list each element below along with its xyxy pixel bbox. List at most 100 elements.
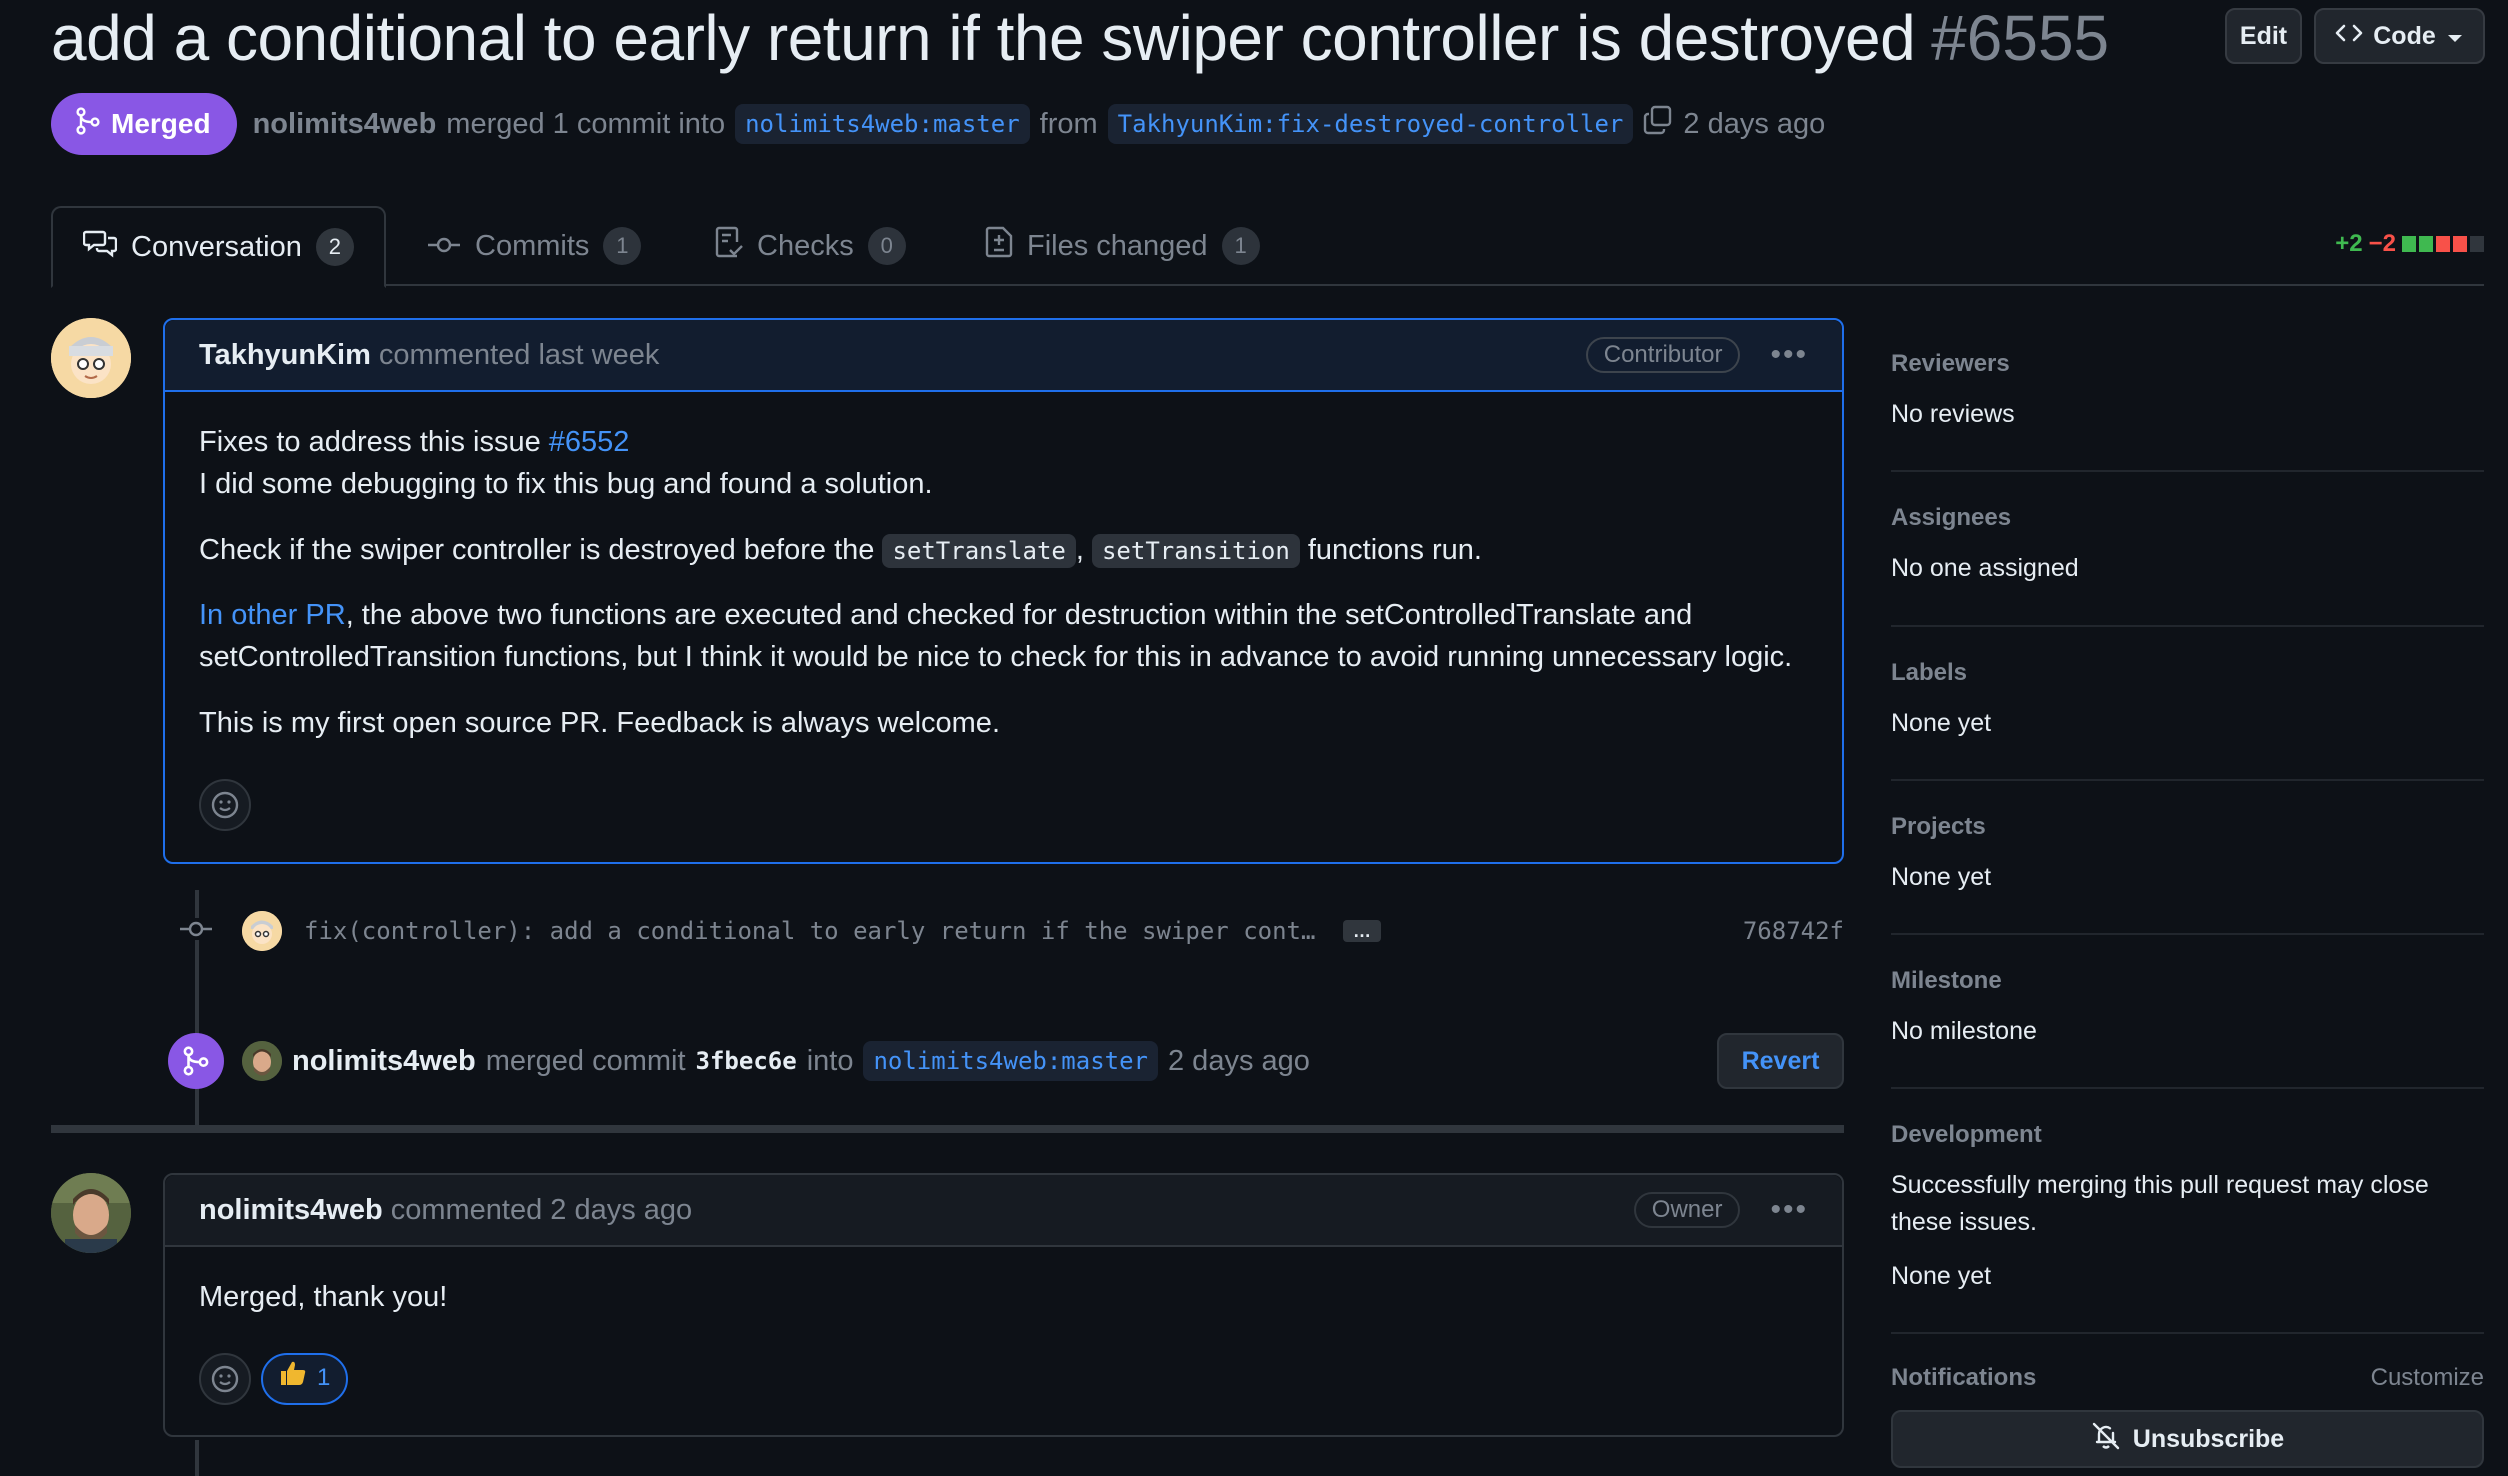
thumbs-up-icon: [279, 1360, 307, 1397]
other-pr-link[interactable]: In other PR: [199, 599, 346, 631]
tab-commits[interactable]: Commits 1: [427, 206, 642, 286]
comment-author[interactable]: nolimits4web: [199, 1194, 383, 1227]
customize-link[interactable]: Customize: [2371, 1364, 2484, 1392]
file-diff-icon: [985, 226, 1013, 266]
sidebar-heading[interactable]: Development: [1891, 1121, 2042, 1149]
sidebar-value: No one assigned: [1891, 554, 2079, 583]
code-icon: [2335, 22, 2363, 51]
issue-link[interactable]: #6552: [549, 426, 630, 458]
tab-label: Files changed: [1027, 229, 1208, 262]
inline-code: setTransition: [1091, 533, 1300, 568]
merge-event-time[interactable]: 2 days ago: [1168, 1045, 1310, 1078]
comment-body: Merged, thank you! 1: [165, 1247, 1842, 1435]
body-text: ,: [1075, 533, 1092, 566]
sidebar-labels: Labels None yet: [1891, 627, 2484, 781]
sidebar-notifications: Notifications Customize Unsubscribe: [1891, 1334, 2484, 1476]
diffstat: +2 −2: [2335, 230, 2484, 258]
edit-button[interactable]: Edit: [2225, 8, 2302, 64]
avatar[interactable]: [242, 911, 282, 951]
diffstat-box: [2419, 236, 2433, 252]
diffstat-bar: [2402, 236, 2484, 252]
tab-files-changed[interactable]: Files changed 1: [985, 206, 1260, 286]
commit-message-link[interactable]: fix(controller): add a conditional to ea…: [304, 917, 1319, 945]
comment: nolimits4web commented 2 days ago Owner …: [163, 1173, 1844, 1437]
tab-count: 0: [867, 227, 906, 265]
merge-target-branch[interactable]: nolimits4web:master: [863, 1041, 1158, 1081]
sidebar-description: Successfully merging this pull request m…: [1891, 1171, 2429, 1236]
unsubscribe-button[interactable]: Unsubscribe: [1891, 1410, 2484, 1468]
smiley-icon: [211, 1365, 239, 1392]
base-branch[interactable]: nolimits4web:master: [735, 104, 1030, 144]
tab-conversation[interactable]: Conversation 2: [51, 206, 386, 288]
comment-timestamp[interactable]: commented last week: [379, 339, 659, 372]
merger-link[interactable]: nolimits4web: [253, 108, 437, 141]
body-text: Fixes to address this issue: [199, 426, 549, 458]
sidebar-heading[interactable]: Milestone: [1891, 967, 2002, 995]
merge-sha-link[interactable]: 3fbec6e: [696, 1047, 797, 1075]
comment-body: Fixes to address this issue #6552 I did …: [165, 392, 1842, 862]
expand-commit-button[interactable]: …: [1343, 920, 1381, 942]
body-text: functions run.: [1299, 533, 1482, 566]
git-commit-icon: [427, 230, 461, 263]
deletions-count: −2: [2368, 230, 2396, 257]
sidebar-value: None yet: [1891, 1261, 1992, 1290]
merge-event-phrase: merged commit: [485, 1044, 686, 1077]
pr-header: add a conditional to early return if the…: [51, 0, 2109, 76]
timeline-line: [195, 1440, 199, 1476]
add-reaction-button[interactable]: [199, 1352, 251, 1405]
comment: TakhyunKim commented last week Contribut…: [163, 318, 1844, 865]
inline-code: setTranslate: [882, 533, 1076, 568]
comment-timestamp[interactable]: commented 2 days ago: [391, 1194, 692, 1227]
user-avatar-icon: [242, 911, 282, 951]
tab-count: 1: [603, 227, 642, 265]
thumbs-up-reaction[interactable]: 1: [261, 1352, 349, 1405]
edit-button-label: Edit: [2239, 21, 2288, 50]
merge-event: nolimits4web merged commit 3fbec6e into …: [168, 1032, 1844, 1090]
diffstat-box: [2470, 236, 2484, 252]
user-avatar-icon: [242, 1041, 282, 1081]
head-branch[interactable]: TakhyunKim:fix-destroyed-controller: [1107, 104, 1634, 144]
commit-row: fix(controller): add a conditional to ea…: [178, 906, 1844, 956]
avatar[interactable]: [242, 1041, 282, 1081]
sidebar-value: No reviews: [1891, 400, 2015, 428]
kebab-horizontal-icon[interactable]: •••: [1770, 338, 1808, 372]
kebab-horizontal-icon[interactable]: •••: [1770, 1193, 1808, 1227]
body-text: Merged, thank you!: [199, 1281, 448, 1313]
tab-label: Commits: [475, 229, 590, 262]
from-word: from: [1039, 107, 1098, 140]
user-avatar-icon: [51, 1173, 131, 1253]
diffstat-box: [2402, 236, 2416, 252]
diffstat-box: [2453, 236, 2467, 252]
pr-meta: Merged nolimits4web merged 1 commit into…: [51, 92, 1825, 156]
merge-time: 2 days ago: [1683, 107, 1826, 140]
body-text: , the above two functions are executed a…: [199, 599, 1793, 673]
author-role-badge: Contributor: [1585, 337, 1741, 373]
comment-discussion-icon: [82, 228, 118, 266]
pr-tabs: Conversation 2 Commits 1 Checks 0 Files …: [51, 206, 2484, 288]
body-text: I did some debugging to fix this bug and…: [199, 467, 933, 500]
comment-author[interactable]: TakhyunKim: [199, 339, 371, 372]
copy-icon[interactable]: [1643, 105, 1673, 143]
avatar[interactable]: [51, 1173, 131, 1253]
commit-sha-link[interactable]: 768742f: [1743, 917, 1844, 945]
sidebar-heading[interactable]: Projects: [1891, 813, 1986, 841]
checklist-icon: [715, 226, 743, 266]
git-merge-icon: [75, 106, 101, 142]
sidebar-milestone: Milestone No milestone: [1891, 935, 2484, 1090]
sidebar-heading[interactable]: Assignees: [1891, 504, 2011, 532]
diffstat-box: [2436, 236, 2450, 252]
tab-label: Conversation: [131, 230, 302, 263]
pr-sidebar: Reviewers No reviews Assignees No one as…: [1891, 320, 2484, 1476]
revert-button-label: Revert: [1741, 1046, 1820, 1075]
merge-summary: nolimits4web merged 1 commit into nolimi…: [253, 104, 1826, 144]
sidebar-heading[interactable]: Reviewers: [1891, 350, 2010, 378]
sidebar-heading[interactable]: Labels: [1891, 659, 1967, 687]
add-reaction-button[interactable]: [199, 778, 251, 831]
tab-checks[interactable]: Checks 0: [715, 206, 906, 286]
merge-actor-link[interactable]: nolimits4web: [292, 1045, 476, 1078]
into-word: into: [806, 1044, 854, 1077]
unsubscribe-label: Unsubscribe: [2132, 1424, 2285, 1453]
code-button[interactable]: Code: [2314, 8, 2485, 64]
revert-button[interactable]: Revert: [1717, 1033, 1844, 1089]
avatar[interactable]: [51, 318, 131, 398]
